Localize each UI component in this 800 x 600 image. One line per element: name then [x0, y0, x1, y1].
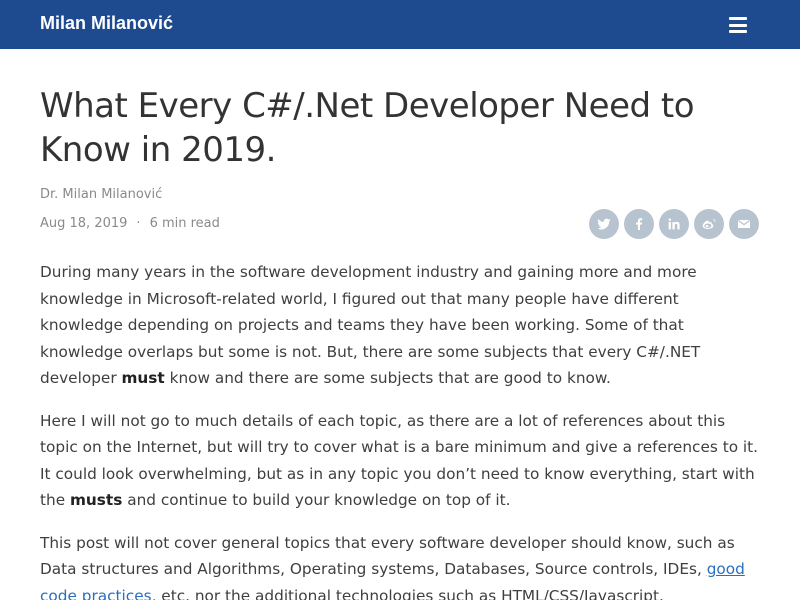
share-linkedin-button[interactable]	[659, 209, 689, 239]
paragraph-scope: This post will not cover general topics …	[40, 530, 762, 600]
paragraph-text: and continue to build your knowledge on …	[122, 491, 511, 509]
bold-musts: musts	[69, 491, 123, 509]
share-email-button[interactable]	[729, 209, 759, 239]
top-navbar: Milan Milanović	[0, 0, 800, 49]
hamburger-menu-icon[interactable]	[726, 13, 750, 37]
paragraph-text: This post will not cover general topics …	[40, 533, 735, 579]
bold-must: must	[121, 369, 165, 387]
linkedin-icon	[668, 218, 680, 230]
share-twitter-button[interactable]	[589, 209, 619, 239]
share-facebook-button[interactable]	[624, 209, 654, 239]
paragraph-intro: During many years in the software develo…	[40, 259, 762, 392]
paragraph-text: , etc. nor the additional technologies s…	[151, 586, 664, 600]
share-buttons	[589, 209, 761, 239]
paragraph-details: Here I will not go to much details of ea…	[40, 408, 762, 514]
site-brand[interactable]: Milan Milanović	[40, 13, 173, 34]
share-weibo-button[interactable]	[694, 209, 724, 239]
post-date: Aug 18, 2019	[40, 216, 128, 231]
post-title: What Every C#/.Net Developer Need to Kno…	[40, 86, 695, 170]
post-author: Dr. Milan Milanović	[40, 187, 163, 202]
post-meta: Aug 18, 2019 · 6 min read	[40, 216, 220, 231]
weibo-icon	[702, 218, 716, 229]
post-content: During many years in the software develo…	[40, 259, 762, 600]
read-time: 6 min read	[149, 216, 220, 231]
email-icon	[737, 220, 751, 228]
meta-separator: ·	[136, 216, 141, 231]
twitter-icon	[597, 218, 611, 230]
facebook-icon	[636, 218, 643, 230]
paragraph-text: know and there are some subjects that ar…	[164, 369, 611, 387]
